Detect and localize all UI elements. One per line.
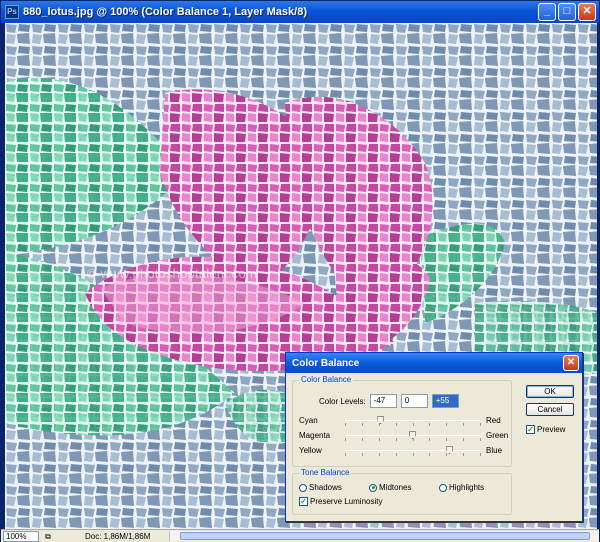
slider-tick <box>361 423 363 426</box>
slider-tick <box>463 438 465 441</box>
preview-check-icon[interactable]: ✓ <box>526 425 535 434</box>
dialog-title: Color Balance <box>292 357 360 369</box>
scrollbar-thumb[interactable] <box>180 532 590 540</box>
slider-tick <box>446 438 448 441</box>
slider-tick <box>378 438 380 441</box>
close-button[interactable]: ✕ <box>578 3 596 21</box>
slider-tick <box>345 423 346 426</box>
dialog-close-button[interactable]: ✕ <box>563 355 579 371</box>
slider-tick <box>395 438 397 441</box>
magenta-green-slider-row: Magenta Green <box>299 430 509 442</box>
maximize-button[interactable]: □ <box>558 3 576 21</box>
magenta-green-slider-track[interactable] <box>345 431 481 441</box>
tone-balance-group: Tone Balance Shadows Midtones Highlights… <box>292 468 512 515</box>
document-size-info: Doc: 1,86M/1,86M <box>85 531 151 541</box>
zoom-level-field[interactable]: 100% <box>3 530 39 542</box>
slider-tick <box>395 453 397 456</box>
highlights-label: Highlights <box>449 483 485 492</box>
slider-tick <box>429 438 431 441</box>
slider-tick <box>395 423 397 426</box>
window-controls: _ □ ✕ <box>538 3 596 21</box>
color-balance-group-label: Color Balance <box>299 375 354 384</box>
slider-tick <box>378 453 380 456</box>
midtones-radio[interactable]: Midtones <box>369 483 411 492</box>
photoshop-doc-icon: Ps <box>5 5 19 19</box>
slider-tick <box>345 438 346 441</box>
watermark-text: © www.photoshoptalent.com <box>87 266 257 281</box>
cyan-red-slider-track[interactable] <box>345 416 481 426</box>
red-label: Red <box>486 416 501 425</box>
slider-tick <box>463 423 465 426</box>
cyan-red-level-input[interactable]: -47 <box>369 394 397 408</box>
slider-tick <box>429 423 431 426</box>
shadows-label: Shadows <box>309 483 342 492</box>
magenta-green-level-input[interactable]: 0 <box>400 394 428 408</box>
slider-tick <box>412 438 414 441</box>
slider-tick <box>412 423 414 426</box>
slider-tick <box>446 423 448 426</box>
preserve-luminosity-label: Preserve Luminosity <box>310 497 383 506</box>
color-levels-label: Color Levels: <box>319 396 366 406</box>
highlights-radio[interactable]: Highlights <box>439 483 484 492</box>
slider-tick <box>480 438 481 441</box>
status-bar: 100% ⧉ Doc: 1,86M/1,86M ▶ <box>1 529 599 542</box>
document-titlebar[interactable]: Ps 880_lotus.jpg @ 100% (Color Balance 1… <box>1 1 599 23</box>
preview-label: Preview <box>537 425 566 434</box>
slider-tick <box>361 453 363 456</box>
cancel-button[interactable]: Cancel <box>526 403 574 416</box>
shadows-radio[interactable]: Shadows <box>299 483 342 492</box>
preserve-luminosity-check-icon[interactable]: ✓ <box>299 497 308 506</box>
ok-button[interactable]: OK <box>526 385 574 398</box>
yellow-blue-level-input[interactable]: +55 <box>431 394 459 408</box>
horizontal-scrollbar[interactable] <box>169 531 599 541</box>
shadows-radio-dot[interactable] <box>299 483 307 492</box>
slider-tick <box>412 453 414 456</box>
slider-tick <box>429 453 431 456</box>
yellow-blue-slider-track[interactable] <box>345 446 481 456</box>
preview-checkbox[interactable]: ✓ Preview <box>526 425 565 434</box>
green-label: Green <box>486 431 509 440</box>
yellow-label: Yellow <box>299 446 322 455</box>
minimize-button[interactable]: _ <box>538 3 556 21</box>
dialog-titlebar[interactable]: Color Balance <box>286 353 582 373</box>
color-balance-group: Color Balance Color Levels: -47 0 +55 Cy… <box>292 375 512 467</box>
slider-tick <box>361 438 363 441</box>
highlights-radio-dot[interactable] <box>439 483 447 492</box>
slider-tick <box>446 453 448 456</box>
blue-label: Blue <box>486 446 503 455</box>
color-levels-row: Color Levels: -47 0 +55 <box>319 394 459 408</box>
slider-tick <box>345 453 346 456</box>
yellow-blue-slider-row: Yellow Blue <box>299 445 509 457</box>
tone-balance-group-label: Tone Balance <box>299 468 352 477</box>
slider-tick <box>378 423 380 426</box>
magenta-label: Magenta <box>299 431 331 440</box>
slider-tick <box>480 453 481 456</box>
midtones-radio-dot[interactable] <box>369 483 377 492</box>
slider-tick <box>480 423 481 426</box>
slider-tick <box>463 453 465 456</box>
document-status-icon[interactable]: ⧉ <box>41 531 55 542</box>
color-balance-dialog: Color Balance ✕ Color Balance Color Leve… <box>285 352 583 522</box>
cyan-red-slider-row: Cyan Red <box>299 415 509 427</box>
midtones-label: Midtones <box>379 483 412 492</box>
document-title: 880_lotus.jpg @ 100% (Color Balance 1, L… <box>23 6 308 18</box>
preserve-luminosity-checkbox[interactable]: ✓ Preserve Luminosity <box>299 497 382 506</box>
cyan-label: Cyan <box>299 416 318 425</box>
